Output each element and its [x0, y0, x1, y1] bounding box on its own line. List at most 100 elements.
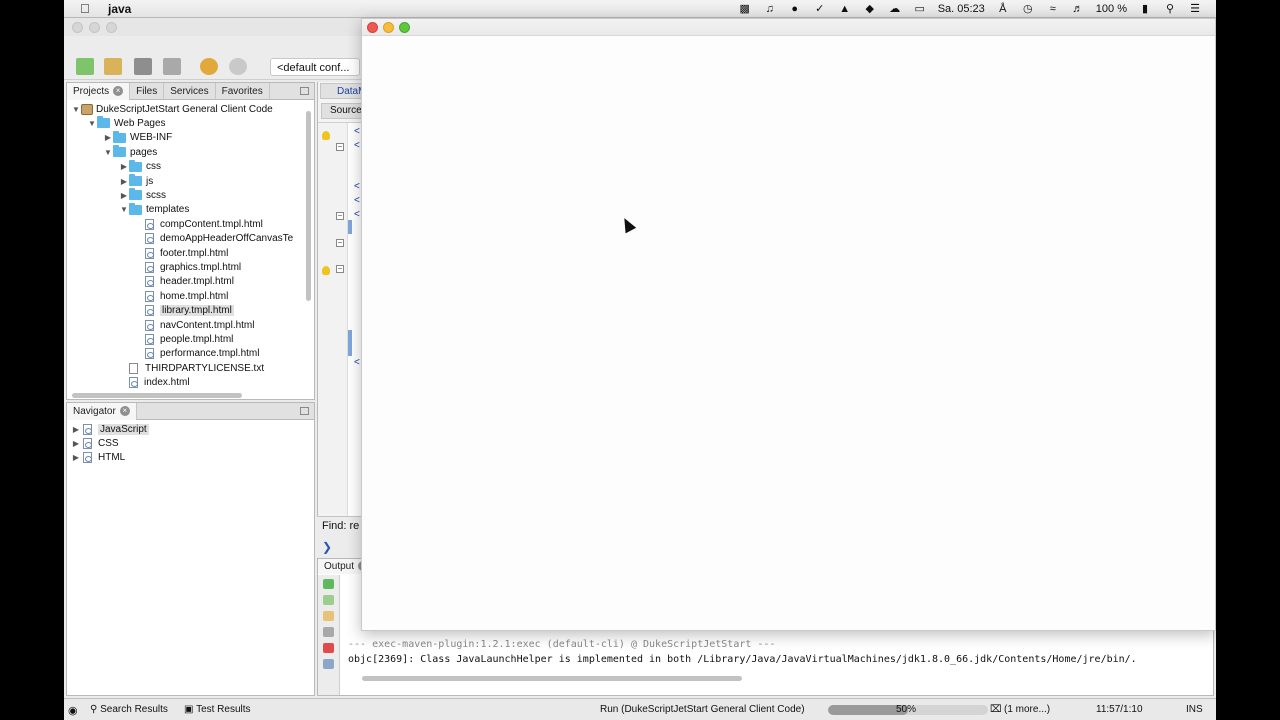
window-minimize-button[interactable] — [383, 22, 394, 33]
tree-item[interactable]: ▼ pages — [103, 145, 157, 159]
ide-zoom-button[interactable] — [106, 22, 117, 33]
settings-icon[interactable] — [323, 627, 334, 637]
navigator-item[interactable]: ▶ HTML — [71, 451, 125, 465]
tab-favorites[interactable]: Favorites — [216, 82, 270, 100]
test-results-button[interactable]: ▣ Test Results — [184, 704, 251, 715]
navigator-item[interactable]: ▶ CSS — [71, 436, 119, 450]
notification-icon[interactable]: ♫ — [763, 3, 777, 15]
evernote-icon[interactable]: ● — [788, 3, 802, 15]
new-file-icon[interactable] — [76, 58, 94, 75]
facetime-icon[interactable]: ▩ — [738, 3, 752, 15]
horizontal-scrollbar[interactable] — [72, 393, 242, 398]
tree-item[interactable]: ▼ Web Pages — [87, 116, 166, 130]
configuration-select[interactable]: <default conf... — [270, 58, 360, 76]
undo-icon[interactable] — [200, 58, 218, 75]
app-menu-java[interactable]: java — [108, 2, 131, 16]
twitter-icon[interactable]: ▲ — [838, 3, 852, 15]
bluetooth-icon[interactable]: Å — [996, 3, 1010, 15]
timemachine-icon[interactable]: ◷ — [1021, 3, 1035, 15]
tree-item[interactable]: graphics.tmpl.html — [135, 260, 241, 274]
tree-item[interactable]: compContent.tmpl.html — [135, 217, 263, 231]
more-tasks-link[interactable]: (1 more...) — [1004, 704, 1050, 715]
editor-tab-datam[interactable]: DataM — [320, 83, 362, 99]
dropbox-icon[interactable]: ◆ — [863, 3, 877, 15]
fold-toggle-icon[interactable]: − — [336, 239, 344, 247]
tree-item[interactable]: THIRDPARTYLICENSE.txt — [119, 361, 264, 375]
horizontal-scrollbar[interactable] — [362, 676, 742, 681]
save-all-icon[interactable] — [163, 58, 181, 75]
forward-icon[interactable] — [323, 611, 334, 621]
tree-item[interactable]: navContent.tmpl.html — [135, 318, 255, 332]
airplay-icon[interactable]: ▭ — [913, 3, 927, 15]
source-view-button[interactable]: Source — [321, 103, 363, 119]
cloud-icon[interactable]: ☁ — [888, 3, 902, 15]
cancel-task-icon[interactable]: ⌧ — [990, 704, 1002, 715]
hint-bulb-icon[interactable] — [322, 131, 330, 140]
tree-item[interactable]: footer.tmpl.html — [135, 246, 228, 260]
expand-triangle-icon[interactable]: ▶ — [119, 177, 129, 186]
ide-minimize-button[interactable] — [89, 22, 100, 33]
tree-item[interactable]: demoAppHeaderOffCanvasTe — [135, 232, 293, 246]
blank-app-window[interactable] — [361, 18, 1216, 631]
expand-triangle-icon[interactable]: ▶ — [71, 425, 81, 434]
volume-icon[interactable]: ♬ — [1071, 3, 1085, 15]
tree-item[interactable]: people.tmpl.html — [135, 332, 233, 346]
tree-item[interactable]: ▶ WEB-INF — [103, 130, 172, 145]
close-icon[interactable]: × — [113, 86, 124, 96]
tab-files[interactable]: Files — [130, 82, 165, 100]
tree-item[interactable]: ▶ js — [119, 174, 153, 188]
expand-triangle-icon[interactable]: ▶ — [71, 439, 81, 448]
menu-list-icon[interactable]: ☰ — [1188, 3, 1202, 15]
close-icon[interactable]: × — [119, 406, 130, 416]
fold-toggle-icon[interactable]: − — [336, 212, 344, 220]
battery-icon[interactable]: ▮ — [1138, 3, 1152, 15]
tree-item[interactable]: header.tmpl.html — [135, 275, 234, 289]
stop-icon[interactable] — [323, 643, 334, 653]
notifications-icon[interactable]: ◉ — [68, 704, 78, 717]
expand-triangle-icon[interactable]: ▶ — [119, 162, 129, 171]
ide-close-button[interactable] — [72, 22, 83, 33]
window-zoom-button[interactable] — [399, 22, 410, 33]
spotlight-icon[interactable]: ⚲ — [1163, 3, 1177, 15]
tree-item[interactable]: library.tmpl.html — [135, 304, 234, 318]
tree-item[interactable]: performance.tmpl.html — [135, 347, 259, 361]
filter-icon[interactable] — [323, 659, 334, 669]
apple-icon[interactable]:  — [80, 1, 94, 16]
find-label[interactable]: Find: re — [322, 520, 359, 532]
hint-bulb-icon[interactable] — [322, 266, 330, 275]
tab-navigator[interactable]: Navigator × — [67, 402, 137, 420]
collapse-triangle-icon[interactable]: ▼ — [103, 148, 113, 157]
tree-item[interactable]: ▼ DukeScriptJetStart General Client Code — [71, 102, 273, 116]
expand-triangle-icon[interactable]: ▶ — [103, 133, 113, 142]
find-next-icon[interactable]: ❯ — [322, 540, 361, 554]
tree-item[interactable]: ▼ templates — [119, 202, 189, 217]
wifi-icon[interactable]: ≈ — [1046, 3, 1060, 15]
fold-toggle-icon[interactable]: − — [336, 143, 344, 151]
rerun-icon[interactable] — [323, 579, 334, 589]
new-project-icon[interactable] — [104, 58, 122, 75]
menubar-clock[interactable]: Sa. 05:23 — [938, 3, 985, 15]
fold-toggle-icon[interactable]: − — [336, 265, 344, 273]
tree-item[interactable]: home.tmpl.html — [135, 289, 228, 303]
redo-icon[interactable] — [229, 58, 247, 75]
check-icon[interactable]: ✓ — [813, 3, 827, 15]
run-task-label[interactable]: Run (DukeScriptJetStart General Client C… — [600, 704, 805, 715]
vertical-scrollbar[interactable] — [306, 111, 311, 301]
open-project-icon[interactable] — [134, 58, 152, 75]
expand-triangle-icon[interactable]: ▶ — [119, 191, 129, 200]
tree-item[interactable]: ▶ css — [119, 159, 161, 174]
collapse-triangle-icon[interactable]: ▼ — [119, 205, 129, 214]
minimize-panel-icon[interactable] — [300, 87, 309, 95]
expand-triangle-icon[interactable]: ▶ — [71, 453, 81, 462]
rerun-goals-icon[interactable] — [323, 595, 334, 605]
window-close-button[interactable] — [367, 22, 378, 33]
search-results-button[interactable]: ⚲ Search Results — [90, 704, 168, 715]
minimize-panel-icon[interactable] — [300, 407, 309, 415]
tab-services[interactable]: Services — [164, 82, 216, 100]
battery-percent[interactable]: 100 % — [1096, 3, 1127, 15]
tree-item[interactable]: index.html — [119, 376, 190, 390]
collapse-triangle-icon[interactable]: ▼ — [87, 119, 97, 128]
tree-item[interactable]: ▶ scss — [119, 188, 166, 202]
navigator-item[interactable]: ▶ JavaScript — [71, 422, 149, 436]
tab-projects[interactable]: Projects × — [67, 82, 131, 100]
